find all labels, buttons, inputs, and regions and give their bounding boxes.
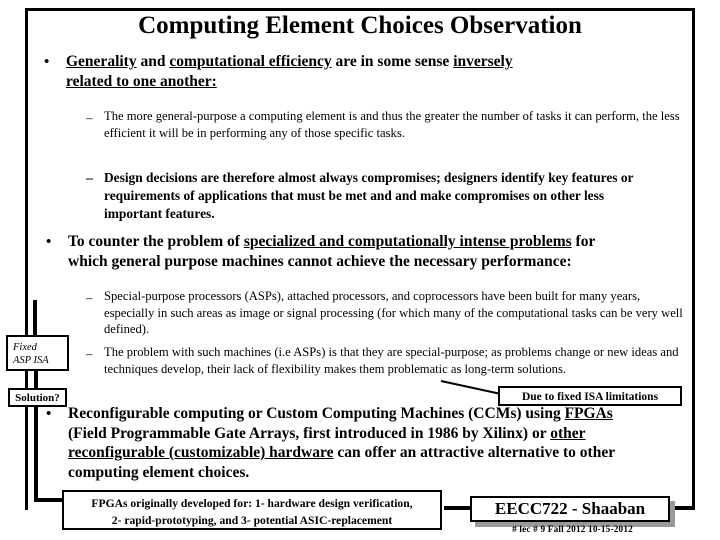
bullet-3-underline-fpgas: FPGAs [564, 405, 613, 422]
bullet-2-line2: which general purpose machines cannot ac… [68, 252, 572, 270]
sub-bullet-1-1-text: The more general-purpose a computing ele… [104, 109, 680, 140]
dash-marker-2-2: – [86, 346, 93, 361]
annotation-box-solution: Solution? [8, 388, 67, 407]
bullet-3-plain-lead: Reconfigurable computing or Custom Compu… [68, 405, 565, 422]
bullet-1-plain-and: and [136, 53, 170, 70]
annotation-box-fixed-asp-isa: Fixed ASP ISA [6, 335, 69, 371]
bullet-2-plain-for: for [571, 233, 596, 250]
bullet-3-text: Reconfigurable computing or Custom Compu… [68, 404, 686, 482]
bullet-1-plain-mid: are in some sense [331, 53, 454, 70]
bullet-3-line4: computing element choices. [68, 463, 250, 481]
connector-line-top [33, 300, 37, 337]
bullet-2-text: To counter the problem of specialized an… [68, 232, 688, 271]
bullet-1-underline-inversely: inversely [453, 53, 513, 70]
bullet-marker-1: • [44, 54, 50, 70]
dash-marker-1-2: – [86, 171, 93, 186]
footer-course-plaque: EECC722 - Shaaban [470, 496, 670, 522]
connector-line-bottom [34, 406, 38, 502]
bullet-1-underline-line2: related to one another: [66, 72, 217, 90]
bullet-2-plain-lead: To counter the problem of [68, 233, 244, 250]
sub-bullet-2-2-text: The problem with such machines (i.e ASPs… [104, 345, 679, 376]
connector-line-middle [34, 370, 38, 389]
bullet-3-underline-reconfigurable: reconfigurable (customizable) hardware [68, 444, 334, 461]
bullet-3-plain-line3: can offer an attractive alternative to o… [333, 444, 616, 461]
page-title: Computing Element Choices Observation [138, 12, 582, 39]
bullet-3-underline-other: other [550, 424, 586, 442]
bullet-2-underline-specialized: specialized and computationally intense … [243, 233, 572, 250]
dash-marker-2-1: – [86, 290, 93, 305]
bullet-marker-3: • [46, 406, 52, 422]
callout-box-due-to-fixed-isa: Due to fixed ISA limitations [498, 386, 682, 406]
annotation-box-fpga-note: FPGAs originally developed for: 1- hardw… [62, 490, 442, 530]
footer-credits-line: # lec # 9 Fall 2012 10-15-2012 [512, 524, 633, 534]
sub-bullet-2-1-text: Special-purpose processors (ASPs), attac… [104, 289, 683, 336]
fpga-note-line-1: FPGAs originally developed for: 1- hardw… [91, 497, 413, 510]
footer-connector-left [444, 506, 472, 510]
leader-line-due-to-isa [440, 380, 502, 395]
bullet-1-text: Generality and computational efficiency … [66, 52, 666, 91]
fpga-note-line-2: 2- rapid-prototyping, and 3- potential A… [111, 514, 393, 527]
fixed-asp-isa-line-1: Fixed [13, 342, 37, 353]
fixed-asp-isa-line-2: ASP ISA [13, 355, 49, 366]
bullet-3-plain-line2: (Field Programmable Gate Arrays, first i… [68, 424, 551, 442]
sub-bullet-1-2-text: Design decisions are therefore almost al… [104, 170, 634, 221]
bullet-1-underline-comp-eff: computational efficiency [169, 53, 332, 70]
dash-marker-1-1: – [86, 110, 93, 125]
bullet-marker-2: • [46, 234, 52, 250]
bullet-1-underline-generality: Generality [66, 53, 137, 70]
